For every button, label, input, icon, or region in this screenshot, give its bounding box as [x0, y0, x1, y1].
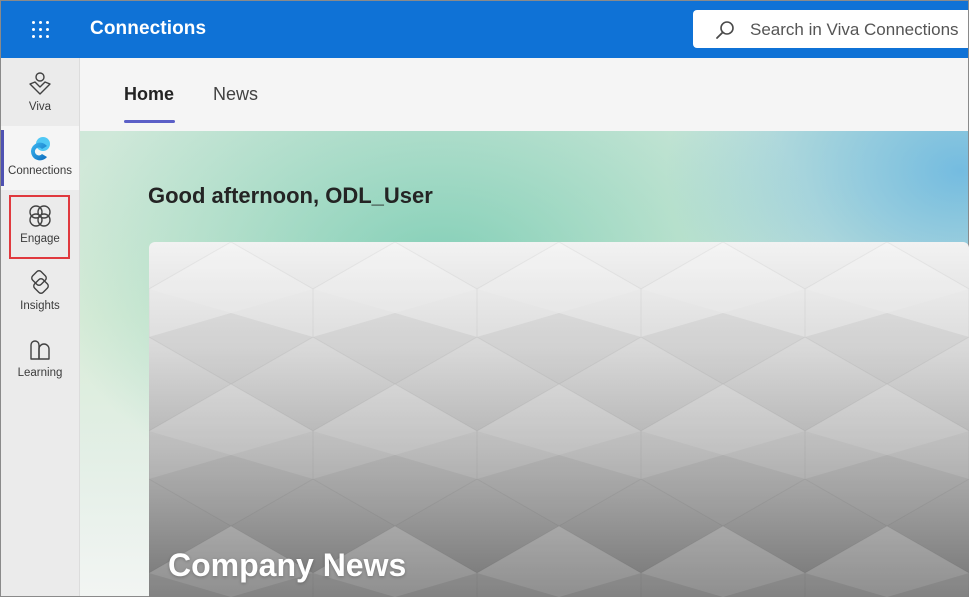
tab-home[interactable]: Home — [124, 84, 174, 105]
rail-item-insights[interactable]: Insights — [1, 261, 79, 325]
rail-item-label: Insights — [20, 300, 60, 312]
engage-icon — [29, 205, 51, 227]
rail-item-label: Learning — [17, 367, 63, 379]
card-title: Company News — [168, 547, 407, 583]
app-launcher-icon — [32, 21, 49, 38]
insights-icon — [31, 270, 49, 294]
greeting-text: Good afternoon, ODL_User — [148, 183, 433, 208]
rail-item-connections[interactable]: Connections — [1, 126, 79, 190]
search-icon — [716, 21, 734, 39]
search-input[interactable]: Search in Viva Connections — [750, 20, 959, 40]
rail-item-label: Viva — [28, 101, 52, 113]
top-bar: Connections Search in Viva Connections — [1, 1, 968, 58]
main-content: Home News Good afternoon, ODL_User Compa… — [80, 58, 969, 597]
selected-tab-indicator — [124, 120, 175, 123]
app-rail: Viva Connections Engage Insights Learnin… — [1, 58, 80, 596]
hexagon-pattern — [149, 242, 969, 597]
connections-icon — [30, 137, 50, 161]
rail-item-learning[interactable]: Learning — [1, 328, 79, 392]
active-indicator — [1, 130, 4, 186]
app-title: Connections — [90, 18, 207, 39]
tab-news[interactable]: News — [213, 84, 258, 105]
learning-icon — [30, 340, 50, 360]
rail-item-label: Connections — [8, 165, 72, 177]
rail-item-engage[interactable]: Engage — [1, 194, 79, 258]
search-box[interactable]: Search in Viva Connections — [693, 10, 968, 48]
tab-bar: Home News — [80, 58, 968, 131]
hero-banner: Good afternoon, ODL_User Company News — [80, 131, 969, 597]
rail-item-label: Engage — [20, 233, 60, 245]
app-launcher-button[interactable] — [1, 1, 80, 58]
viva-icon — [29, 72, 51, 95]
company-news-card[interactable]: Company News — [149, 242, 969, 597]
rail-item-viva[interactable]: Viva — [1, 62, 79, 126]
